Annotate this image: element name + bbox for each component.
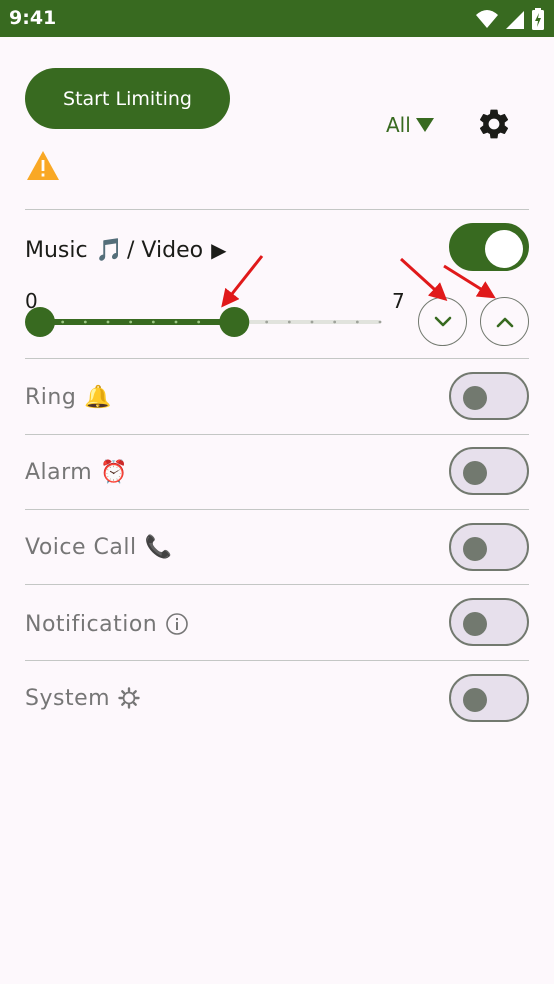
divider <box>25 358 529 359</box>
music-volume-slider[interactable] <box>25 306 395 338</box>
gear-icon[interactable] <box>476 106 512 142</box>
alarm-label-row: Alarm ⏰ <box>25 455 128 489</box>
ring-toggle[interactable] <box>449 372 529 420</box>
play-icon: ▶ <box>211 238 227 262</box>
slider-tick <box>174 320 178 324</box>
slider-tick <box>106 320 110 324</box>
phone-icon: 📞 <box>144 534 173 560</box>
voice-call-toggle[interactable] <box>449 523 529 571</box>
divider <box>25 660 529 661</box>
slider-thumb[interactable] <box>219 307 250 337</box>
start-limiting-button[interactable]: Start Limiting <box>25 68 230 129</box>
status-bar: 9:41 <box>0 0 554 37</box>
filter-label: All <box>386 113 411 137</box>
system-label: System <box>25 685 111 711</box>
divider <box>25 209 529 210</box>
voice-call-label-row: Voice Call 📞 <box>25 530 173 564</box>
slider-start-handle[interactable] <box>25 307 55 337</box>
chevron-up-icon <box>496 317 513 327</box>
wifi-icon <box>476 10 498 28</box>
slider-tick <box>197 320 201 324</box>
volume-down-button[interactable] <box>418 297 467 346</box>
slider-tick <box>333 320 337 324</box>
system-label-row: System <box>25 681 140 715</box>
toggle-knob <box>463 612 487 636</box>
divider <box>25 584 529 585</box>
ring-label-row: Ring 🔔 <box>25 380 112 414</box>
divider <box>25 509 529 510</box>
stream-filter-dropdown[interactable]: All <box>386 110 435 140</box>
alarm-label: Alarm <box>25 459 93 485</box>
annotation-arrow-down <box>399 257 448 302</box>
slider-active-track <box>40 319 235 325</box>
toggle-knob <box>463 461 487 485</box>
toggle-knob <box>463 386 487 410</box>
alarm-clock-icon: ⏰ <box>100 459 129 485</box>
slider-tick <box>61 320 65 324</box>
status-time: 9:41 <box>9 7 57 29</box>
slider-tick <box>310 320 314 324</box>
voice-call-label: Voice Call <box>25 534 137 560</box>
notification-label-row: Notification <box>25 607 189 641</box>
toggle-knob <box>463 688 487 712</box>
toggle-knob <box>463 537 487 561</box>
info-icon <box>165 612 189 636</box>
app-screen: 9:41 Start Limiting All Music 🎵 / Video … <box>0 0 554 984</box>
volume-up-button[interactable] <box>480 297 529 346</box>
slider-tick <box>287 320 291 324</box>
warning-icon[interactable] <box>25 149 61 183</box>
battery-charging-icon <box>532 8 544 30</box>
slider-tick <box>151 320 155 324</box>
music-note-icon: 🎵 <box>95 237 124 263</box>
music-label: Music <box>25 237 88 263</box>
slider-tick <box>355 320 359 324</box>
system-toggle[interactable] <box>449 674 529 722</box>
status-icons <box>476 8 544 30</box>
dropdown-triangle-icon <box>415 118 434 132</box>
notification-label: Notification <box>25 611 158 637</box>
music-toggle[interactable] <box>449 223 529 271</box>
chevron-down-icon <box>434 316 451 326</box>
slider-tick <box>129 320 133 324</box>
notification-toggle[interactable] <box>449 598 529 646</box>
bell-icon: 🔔 <box>84 384 113 410</box>
slider-tick <box>378 320 382 324</box>
toggle-knob <box>485 230 523 268</box>
cell-signal-icon <box>506 11 524 29</box>
annotation-arrow-slider <box>221 255 264 308</box>
slider-tick <box>83 320 87 324</box>
slider-tick <box>265 320 269 324</box>
video-label: / Video <box>127 237 204 263</box>
ring-label: Ring <box>25 384 77 410</box>
divider <box>25 434 529 435</box>
music-video-label: Music 🎵 / Video ▶ <box>25 233 226 267</box>
gear-icon <box>118 687 140 709</box>
alarm-toggle[interactable] <box>449 447 529 495</box>
